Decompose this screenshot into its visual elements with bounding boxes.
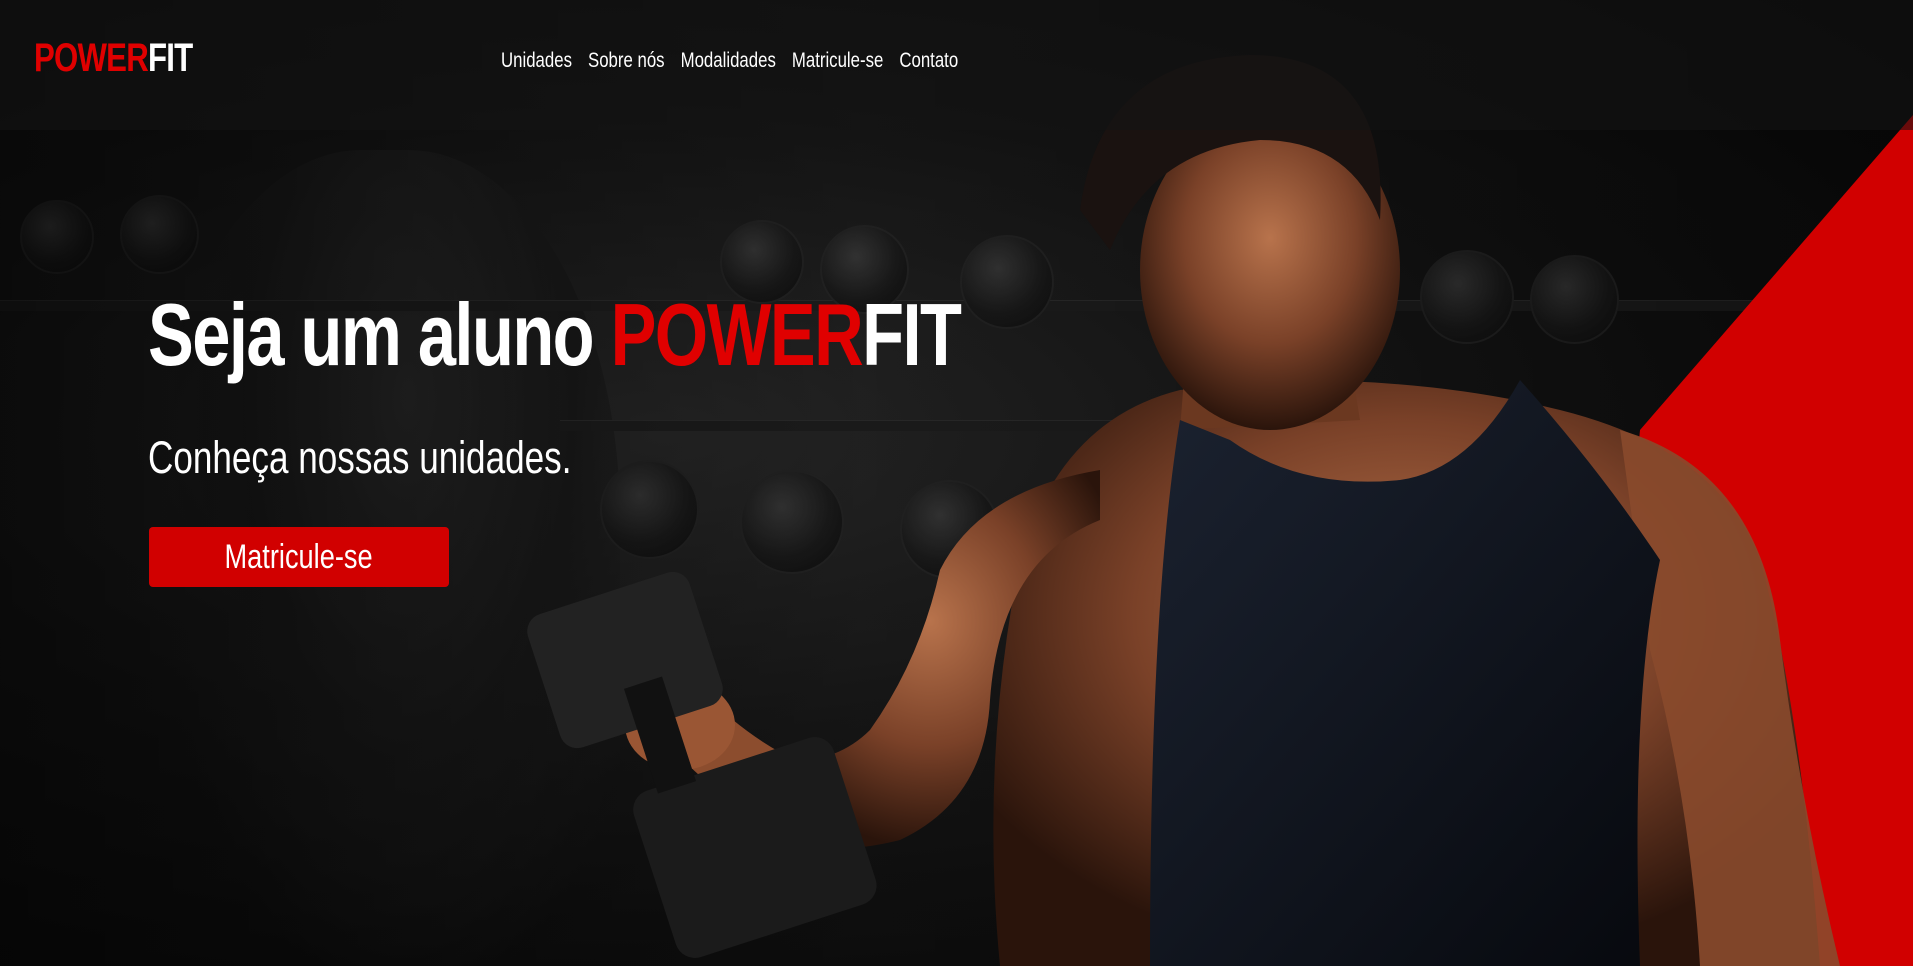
- hero-title-prefix: Seja um aluno: [148, 285, 611, 384]
- nav-link-sobre-nos[interactable]: Sobre nós: [588, 46, 665, 76]
- logo-part-power: POWER: [34, 36, 149, 80]
- landing-page: POWERFIT Unidades Sobre nós Modalidades …: [0, 0, 1913, 966]
- logo-part-fit: FIT: [147, 36, 193, 80]
- matricule-se-button[interactable]: Matricule-se: [149, 527, 449, 587]
- hero-title-brand-fit: FIT: [862, 285, 962, 384]
- matricule-se-button-label: Matricule-se: [224, 537, 374, 576]
- hero-title-brand-power: POWER: [610, 285, 864, 384]
- nav-link-modalidades[interactable]: Modalidades: [681, 46, 776, 76]
- hero-subtitle: Conheça nossas unidades.: [148, 432, 572, 483]
- powerfit-logo[interactable]: POWERFIT: [34, 34, 193, 82]
- nav-link-unidades[interactable]: Unidades: [501, 46, 572, 76]
- main-nav: Unidades Sobre nós Modalidades Matricule…: [501, 46, 974, 76]
- nav-link-matricule-se[interactable]: Matricule-se: [792, 46, 884, 76]
- site-header: POWERFIT Unidades Sobre nós Modalidades …: [0, 0, 1913, 130]
- hero-title: Seja um aluno POWERFIT: [148, 285, 962, 385]
- nav-link-contato[interactable]: Contato: [899, 46, 958, 76]
